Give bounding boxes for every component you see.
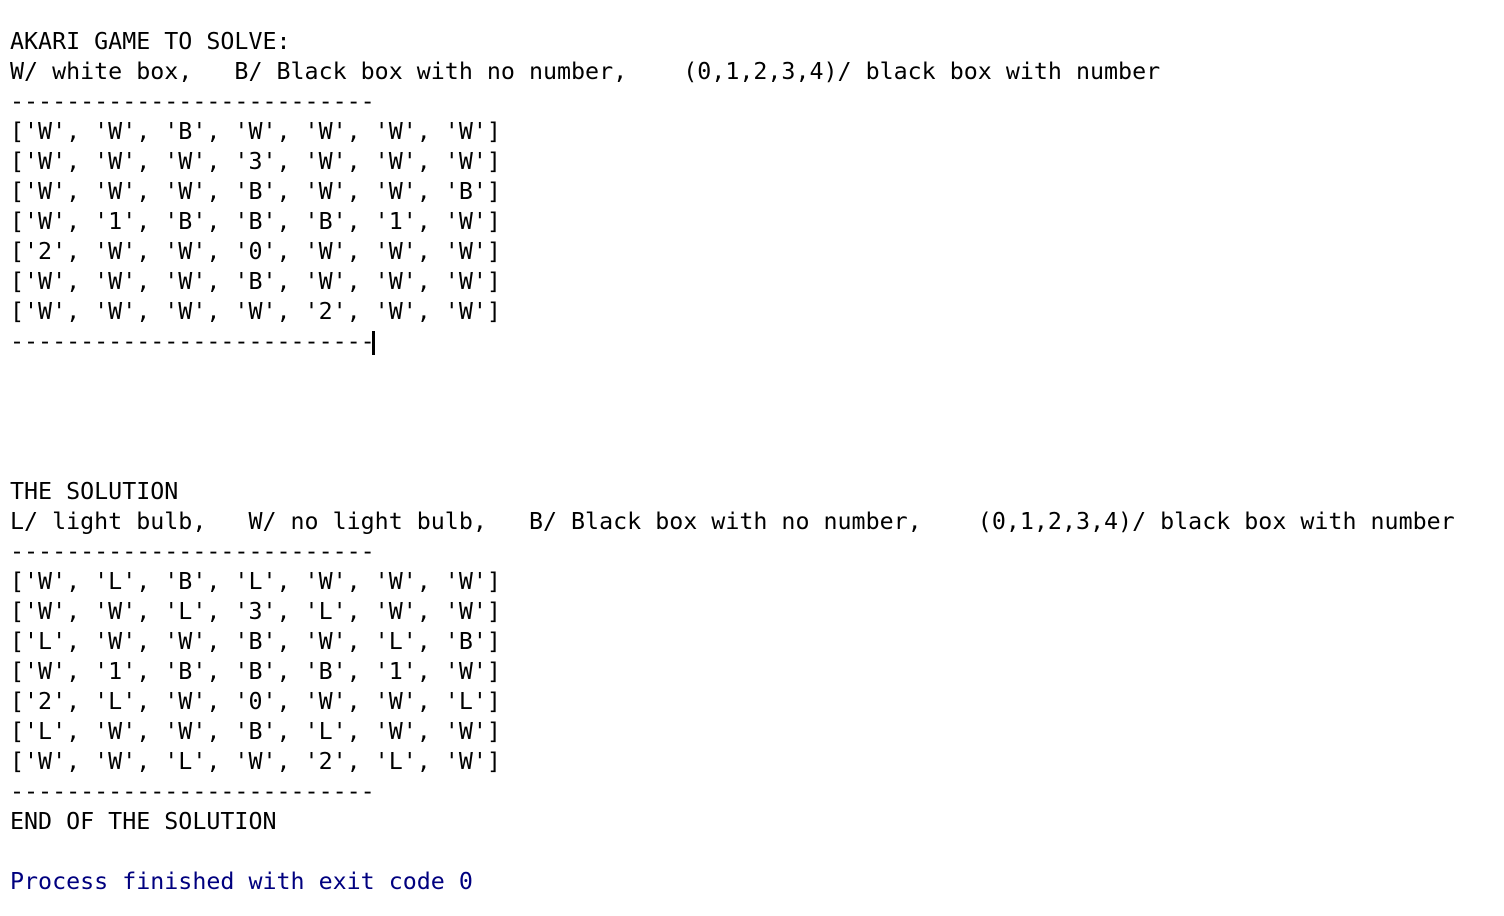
solution-footer: END OF THE SOLUTION	[10, 808, 277, 835]
process-exit-message: Process finished with exit code 0	[10, 868, 473, 895]
puzzle-row: ['2', 'W', 'W', '0', 'W', 'W', 'W']	[10, 238, 501, 265]
puzzle-legend: W/ white box, B/ Black box with no numbe…	[10, 58, 1161, 85]
solution-row: ['L', 'W', 'W', 'B', 'W', 'L', 'B']	[10, 628, 501, 655]
solution-row: ['2', 'L', 'W', '0', 'W', 'W', 'L']	[10, 688, 501, 715]
solution-row: ['L', 'W', 'W', 'B', 'L', 'W', 'W']	[10, 718, 501, 745]
text-caret	[372, 331, 375, 355]
solution-separator-bottom: --------------------------	[10, 778, 375, 805]
puzzle-separator-bottom: --------------------------	[10, 328, 375, 355]
puzzle-row: ['W', 'W', 'W', 'W', '2', 'W', 'W']	[10, 298, 501, 325]
puzzle-row: ['W', '1', 'B', 'B', 'B', '1', 'W']	[10, 208, 501, 235]
solution-row: ['W', 'W', 'L', '3', 'L', 'W', 'W']	[10, 598, 501, 625]
puzzle-separator-top: --------------------------	[10, 88, 375, 115]
solution-heading: THE SOLUTION	[10, 478, 179, 505]
puzzle-row: ['W', 'W', 'B', 'W', 'W', 'W', 'W']	[10, 118, 501, 145]
puzzle-heading: AKARI GAME TO SOLVE:	[10, 28, 291, 55]
solution-separator-top: --------------------------	[10, 538, 375, 565]
solution-row: ['W', 'L', 'B', 'L', 'W', 'W', 'W']	[10, 568, 501, 595]
solution-row: ['W', '1', 'B', 'B', 'B', '1', 'W']	[10, 658, 501, 685]
console-output: AKARI GAME TO SOLVE: W/ white box, B/ Bl…	[0, 0, 1504, 916]
solution-row: ['W', 'W', 'L', 'W', '2', 'L', 'W']	[10, 748, 501, 775]
solution-legend: L/ light bulb, W/ no light bulb, B/ Blac…	[10, 508, 1455, 535]
puzzle-row: ['W', 'W', 'W', '3', 'W', 'W', 'W']	[10, 148, 501, 175]
puzzle-row: ['W', 'W', 'W', 'B', 'W', 'W', 'W']	[10, 268, 501, 295]
puzzle-row: ['W', 'W', 'W', 'B', 'W', 'W', 'B']	[10, 178, 501, 205]
